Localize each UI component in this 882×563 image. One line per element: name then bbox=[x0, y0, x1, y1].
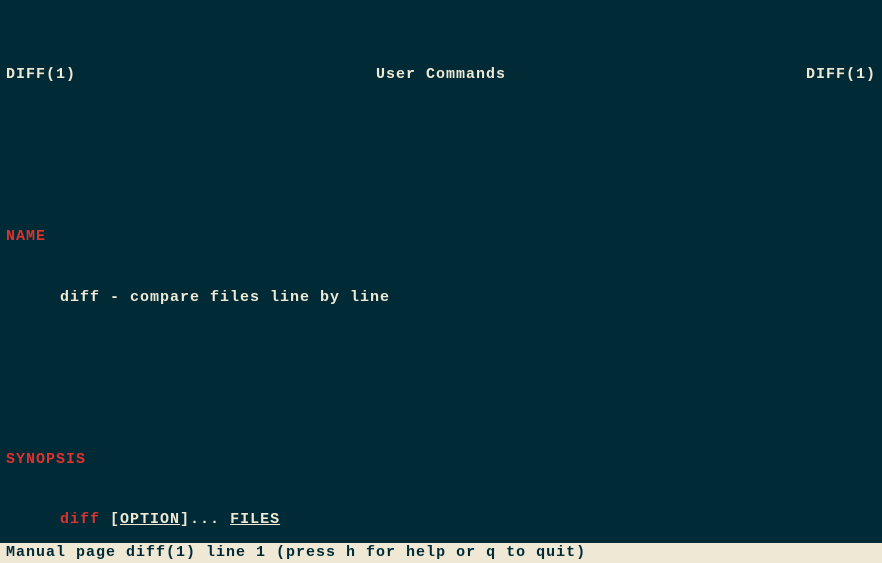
header-left: DIFF(1) bbox=[6, 65, 296, 85]
section-name-text: diff - compare files line by line bbox=[6, 288, 876, 308]
manpage-content[interactable]: DIFF(1) User Commands DIFF(1) NAME diff … bbox=[0, 0, 882, 543]
synopsis-cmd: diff bbox=[60, 511, 100, 528]
terminal-screen: DIFF(1) User Commands DIFF(1) NAME diff … bbox=[0, 0, 882, 563]
header-center: User Commands bbox=[296, 65, 586, 85]
synopsis-option: OPTION bbox=[120, 511, 180, 528]
synopsis-line: diff [OPTION]... FILES bbox=[6, 510, 876, 530]
manpage-header-row: DIFF(1) User Commands DIFF(1) bbox=[6, 65, 876, 85]
status-bar[interactable]: Manual page diff(1) line 1 (press h for … bbox=[0, 543, 882, 563]
section-name-title: NAME bbox=[6, 227, 876, 247]
header-right: DIFF(1) bbox=[586, 65, 876, 85]
synopsis-files: FILES bbox=[230, 511, 280, 528]
section-synopsis-title: SYNOPSIS bbox=[6, 450, 876, 470]
